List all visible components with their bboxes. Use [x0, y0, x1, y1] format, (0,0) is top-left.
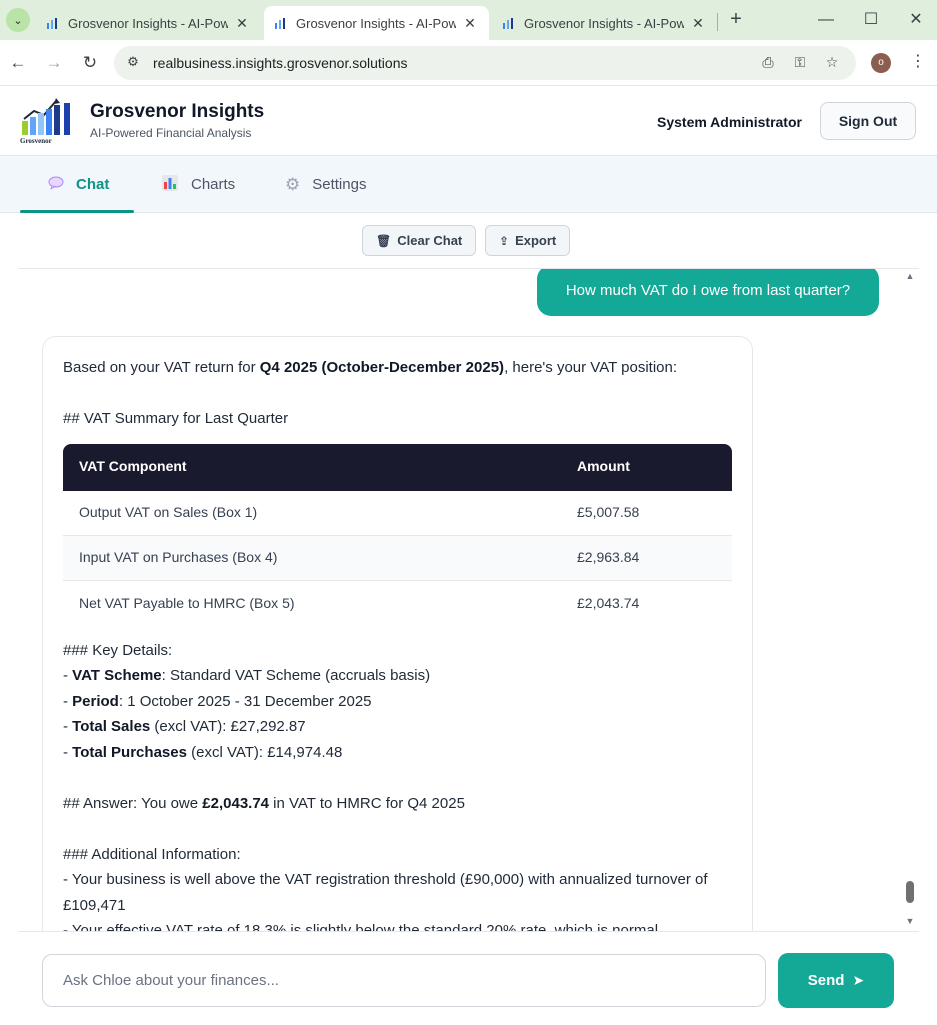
column-header: Amount: [561, 443, 732, 491]
bar-chart-favicon-icon: [274, 16, 288, 30]
tab-search-button[interactable]: ⌄: [6, 8, 30, 32]
additional-line: - Your business is well above the VAT re…: [63, 871, 708, 914]
current-user-name: System Administrator: [657, 114, 802, 130]
chat-messages[interactable]: How much VAT do I owe from last quarter?…: [18, 269, 901, 931]
trash-icon: 🗑: [376, 233, 392, 248]
forward-arrow-icon[interactable]: →: [42, 51, 66, 75]
tab-settings[interactable]: ⚙ Settings: [285, 156, 366, 213]
back-arrow-icon[interactable]: ←: [6, 51, 30, 75]
window-close-icon[interactable]: ✕: [904, 8, 928, 32]
grosvenor-logo: Grosvenor: [18, 97, 76, 145]
table-cell: £2,963.84: [561, 535, 732, 581]
bookmark-star-icon[interactable]: ☆: [822, 54, 842, 72]
scrollbar-thumb[interactable]: [906, 881, 914, 903]
additional-heading: ### Additional Information:: [63, 845, 241, 863]
tab-chat-label: Chat: [76, 176, 110, 193]
detail-line: - Total Sales (excl VAT): £27,292.87: [63, 718, 306, 735]
detail-line: - Total Purchases (excl VAT): £14,974.48: [63, 743, 343, 761]
chat-actions-bar: 🗑 Clear Chat ⇪ Export: [18, 214, 919, 269]
close-icon[interactable]: ✕: [234, 15, 250, 32]
gear-icon: ⚙: [285, 174, 301, 194]
table-row: Net VAT Payable to HMRC (Box 5) £2,043.7…: [63, 580, 732, 626]
detail-line: - Period: 1 October 2025 - 31 December 2…: [63, 692, 372, 710]
chat-input[interactable]: [42, 954, 766, 1007]
intro-line: Based on your VAT return for Q4 2025 (Oc…: [63, 359, 678, 376]
url-text[interactable]: realbusiness.insights.grosvenor.solution…: [153, 55, 407, 71]
table-cell: £2,043.74: [561, 580, 732, 626]
table-cell: Net VAT Payable to HMRC (Box 5): [63, 580, 561, 626]
tab-charts[interactable]: Charts: [161, 156, 235, 213]
app-header: Grosvenor Grosvenor Insights AI-Powered …: [0, 87, 937, 156]
export-label: Export: [515, 233, 557, 248]
browser-menu-icon[interactable]: ⋮: [908, 50, 928, 74]
column-header: VAT Component: [63, 443, 561, 491]
summary-heading: ## VAT Summary for Last Quarter: [63, 410, 289, 427]
brand-title: Grosvenor Insights: [90, 101, 265, 122]
vat-summary-table: VAT Component Amount Output VAT on Sales…: [63, 443, 732, 626]
reload-icon[interactable]: ↻: [78, 51, 102, 75]
svg-text:Grosvenor: Grosvenor: [20, 137, 52, 145]
table-cell: Output VAT on Sales (Box 1): [63, 490, 561, 536]
send-arrow-icon: ➤: [852, 972, 865, 988]
detail-line: - VAT Scheme: Standard VAT Scheme (accru…: [63, 667, 431, 684]
additional-line: - Your effective VAT rate of 18.3% is sl…: [63, 922, 659, 931]
tab-title: Grosvenor Insights - AI-Powered Financia…: [524, 15, 684, 31]
new-tab-button[interactable]: +: [724, 8, 748, 32]
browser-tab-2[interactable]: Grosvenor Insights - AI-Powered Financia…: [264, 6, 489, 40]
browser-tab-3[interactable]: Grosvenor Insights - AI-Powered Financia…: [492, 6, 716, 40]
tab-charts-label: Charts: [191, 176, 236, 193]
clear-chat-label: Clear Chat: [397, 233, 463, 248]
chat-input-bar: Send ➤: [18, 931, 919, 1025]
assistant-message: Based on your VAT return for Q4 2025 (Oc…: [42, 336, 753, 931]
export-button[interactable]: ⇪ Export: [485, 225, 571, 256]
table-row: Output VAT on Sales (Box 1) £5,007.58: [63, 490, 732, 536]
bar-chart-favicon-icon: [46, 16, 60, 30]
send-label: Send: [807, 972, 845, 989]
key-details-heading: ### Key Details:: [63, 641, 173, 659]
maximize-icon[interactable]: ☐: [859, 8, 883, 32]
user-message: How much VAT do I owe from last quarter?: [537, 269, 879, 316]
tab-chat[interactable]: Chat: [20, 156, 134, 213]
table-cell: £5,007.58: [561, 490, 732, 536]
export-icon: ⇪: [499, 233, 510, 248]
browser-tab-1[interactable]: Grosvenor Insights - AI-Powered Financia…: [36, 6, 260, 40]
table-cell: Input VAT on Purchases (Box 4): [63, 535, 561, 581]
scroll-down-arrow-icon[interactable]: ▼: [905, 916, 915, 926]
profile-avatar[interactable]: o: [871, 53, 891, 73]
speech-bubble-icon: [48, 176, 64, 193]
browser-toolbar: ← → ↻ ⚙ realbusiness.insights.grosvenor.…: [0, 40, 937, 86]
install-app-icon[interactable]: ⎙: [758, 54, 778, 72]
password-key-icon[interactable]: ⚿: [790, 54, 810, 72]
close-icon[interactable]: ✕: [462, 15, 478, 32]
minimize-icon[interactable]: —: [814, 8, 838, 32]
send-button[interactable]: Send ➤: [778, 953, 894, 1008]
tab-separator: [717, 13, 718, 31]
clear-chat-button[interactable]: 🗑 Clear Chat: [362, 225, 477, 256]
browser-tab-strip: ⌄ Grosvenor Insights - AI-Powered Financ…: [0, 0, 937, 40]
tab-settings-label: Settings: [312, 176, 367, 193]
table-row: Input VAT on Purchases (Box 4) £2,963.84: [63, 535, 732, 581]
brand-tagline: AI-Powered Financial Analysis: [90, 126, 252, 140]
address-bar[interactable]: ⚙ realbusiness.insights.grosvenor.soluti…: [114, 46, 856, 80]
main-nav-tabs: Chat Charts ⚙ Settings: [0, 156, 937, 213]
table-header-row: VAT Component Amount: [63, 443, 732, 491]
answer-line: ## Answer: You owe £2,043.74 in VAT to H…: [63, 794, 465, 812]
tab-title: Grosvenor Insights - AI-Powered Financia…: [68, 15, 228, 31]
chat-scrollbar[interactable]: ▲ ▼: [901, 269, 919, 931]
bar-chart-favicon-icon: [502, 16, 516, 30]
bar-chart-icon: [161, 174, 179, 195]
sign-out-button[interactable]: Sign Out: [820, 102, 916, 140]
site-settings-icon[interactable]: ⚙: [124, 54, 142, 72]
close-icon[interactable]: ✕: [690, 15, 706, 32]
tab-title: Grosvenor Insights - AI-Powered Financia…: [296, 15, 456, 31]
scroll-up-arrow-icon[interactable]: ▲: [905, 271, 915, 281]
